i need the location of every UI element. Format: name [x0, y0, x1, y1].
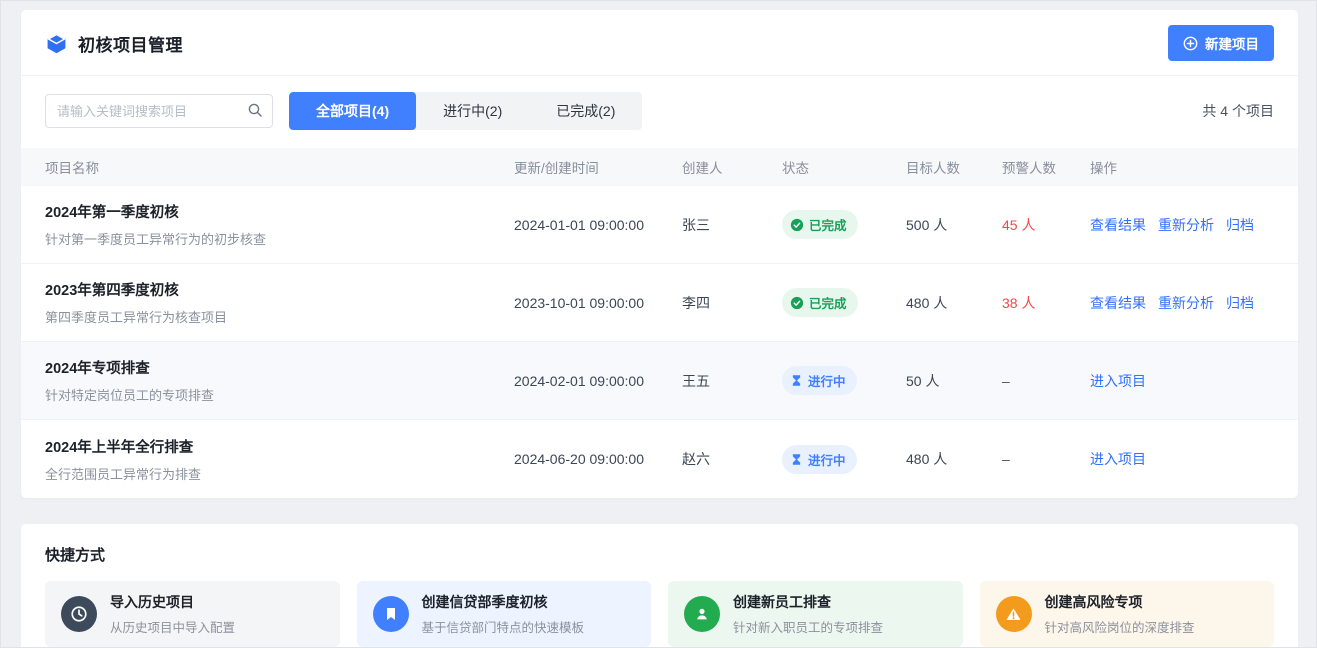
new-project-label: 新建项目	[1205, 33, 1259, 53]
project-time: 2024-01-01 09:00:00	[514, 217, 682, 233]
action-enter-project[interactable]: 进入项目	[1090, 371, 1146, 391]
action-enter-project[interactable]: 进入项目	[1090, 449, 1146, 469]
toolbar: 全部项目(4) 进行中(2) 已完成(2) 共 4 个项目	[21, 76, 1298, 148]
project-creator: 张三	[682, 215, 782, 235]
plus-circle-icon	[1183, 36, 1198, 51]
project-name: 2024年上半年全行排查	[45, 436, 514, 457]
shortcut-title: 导入历史项目	[110, 592, 235, 612]
action-reanalyze[interactable]: 重新分析	[1158, 293, 1214, 313]
table-header: 项目名称 更新/创建时间 创建人 状态 目标人数 预警人数 操作	[21, 148, 1298, 186]
action-view-results[interactable]: 查看结果	[1090, 293, 1146, 313]
action-archive[interactable]: 归档	[1226, 215, 1254, 235]
hourglass-icon	[790, 453, 803, 466]
status-badge: 已完成	[782, 288, 858, 317]
check-circle-icon	[790, 218, 804, 232]
project-desc: 全行范围员工异常行为排查	[45, 464, 514, 483]
project-time: 2024-02-01 09:00:00	[514, 373, 682, 389]
warning-count: 45 人	[1002, 215, 1090, 235]
project-desc: 第四季度员工异常行为核查项目	[45, 307, 514, 326]
action-view-results[interactable]: 查看结果	[1090, 215, 1146, 235]
tab-completed[interactable]: 已完成(2)	[529, 92, 642, 130]
project-creator: 王五	[682, 371, 782, 391]
search-icon[interactable]	[247, 102, 263, 123]
shortcut-desc: 基于信贷部门特点的快速模板	[422, 617, 585, 636]
user-icon	[684, 596, 720, 632]
warning-count: –	[1002, 373, 1090, 389]
shortcut-import-history[interactable]: 导入历史项目 从历史项目中导入配置	[45, 581, 340, 647]
shortcuts-section: 快捷方式 导入历史项目 从历史项目中导入配置 创建信贷部季度初核 基于信贷部门特…	[21, 524, 1298, 648]
row-actions: 查看结果 重新分析 归档	[1090, 293, 1274, 313]
table-row: 2024年专项排查 针对特定岗位员工的专项排查 2024-02-01 09:00…	[21, 342, 1298, 420]
target-count: 480 人	[906, 293, 1002, 313]
shortcut-title: 创建新员工排查	[733, 592, 883, 612]
project-name: 2024年专项排查	[45, 357, 514, 378]
app-cube-icon	[45, 32, 68, 55]
page: 初核项目管理 新建项目 全部项目(4) 进行中(2) 已完成(2)	[0, 0, 1317, 648]
project-time: 2024-06-20 09:00:00	[514, 451, 682, 467]
shortcut-desc: 从历史项目中导入配置	[110, 617, 235, 636]
shortcut-high-risk-special[interactable]: 创建高风险专项 针对高风险岗位的深度排查	[980, 581, 1275, 647]
col-project-name: 项目名称	[45, 157, 514, 177]
project-list-card: 初核项目管理 新建项目 全部项目(4) 进行中(2) 已完成(2)	[21, 10, 1298, 498]
search-input[interactable]	[45, 94, 273, 128]
action-reanalyze[interactable]: 重新分析	[1158, 215, 1214, 235]
shortcut-desc: 针对新入职员工的专项排查	[733, 617, 883, 636]
shortcut-credit-dept-review[interactable]: 创建信贷部季度初核 基于信贷部门特点的快速模板	[357, 581, 652, 647]
table-row: 2024年第一季度初核 针对第一季度员工异常行为的初步核查 2024-01-01…	[21, 186, 1298, 264]
warning-icon	[996, 596, 1032, 632]
shortcut-new-employee-check[interactable]: 创建新员工排查 针对新入职员工的专项排查	[668, 581, 963, 647]
project-creator: 李四	[682, 293, 782, 313]
table-row: 2023年第四季度初核 第四季度员工异常行为核查项目 2023-10-01 09…	[21, 264, 1298, 342]
shortcuts-title: 快捷方式	[45, 544, 1274, 565]
warning-count: –	[1002, 451, 1090, 467]
col-target: 目标人数	[906, 157, 1002, 177]
project-time: 2023-10-01 09:00:00	[514, 295, 682, 311]
row-actions: 进入项目	[1090, 449, 1274, 469]
page-title: 初核项目管理	[78, 31, 183, 56]
project-name: 2023年第四季度初核	[45, 279, 514, 300]
status-badge: 已完成	[782, 210, 858, 239]
clock-icon	[61, 596, 97, 632]
target-count: 480 人	[906, 449, 1002, 469]
col-creator: 创建人	[682, 157, 782, 177]
col-status: 状态	[782, 157, 906, 177]
status-badge: 进行中	[782, 366, 857, 395]
row-actions: 进入项目	[1090, 371, 1274, 391]
bookmark-icon	[373, 596, 409, 632]
page-header: 初核项目管理 新建项目	[21, 10, 1298, 76]
tab-in-progress[interactable]: 进行中(2)	[416, 92, 529, 130]
warning-count: 38 人	[1002, 293, 1090, 313]
search-box	[45, 94, 273, 128]
col-time: 更新/创建时间	[514, 157, 682, 177]
new-project-button[interactable]: 新建项目	[1168, 25, 1274, 61]
hourglass-icon	[790, 374, 803, 387]
tab-all-projects[interactable]: 全部项目(4)	[289, 92, 416, 130]
project-desc: 针对第一季度员工异常行为的初步核查	[45, 229, 514, 248]
row-actions: 查看结果 重新分析 归档	[1090, 215, 1274, 235]
status-badge: 进行中	[782, 445, 857, 474]
total-count: 共 4 个项目	[1202, 101, 1274, 121]
target-count: 500 人	[906, 215, 1002, 235]
project-creator: 赵六	[682, 449, 782, 469]
project-desc: 针对特定岗位员工的专项排查	[45, 385, 514, 404]
shortcut-desc: 针对高风险岗位的深度排查	[1045, 617, 1195, 636]
col-actions: 操作	[1090, 157, 1274, 177]
table-row: 2024年上半年全行排查 全行范围员工异常行为排查 2024-06-20 09:…	[21, 420, 1298, 498]
check-circle-icon	[790, 296, 804, 310]
shortcut-title: 创建高风险专项	[1045, 592, 1195, 612]
action-archive[interactable]: 归档	[1226, 293, 1254, 313]
shortcut-title: 创建信贷部季度初核	[422, 592, 585, 612]
col-warning: 预警人数	[1002, 157, 1090, 177]
target-count: 50 人	[906, 371, 1002, 391]
project-name: 2024年第一季度初核	[45, 201, 514, 222]
filter-tabs: 全部项目(4) 进行中(2) 已完成(2)	[289, 92, 642, 130]
